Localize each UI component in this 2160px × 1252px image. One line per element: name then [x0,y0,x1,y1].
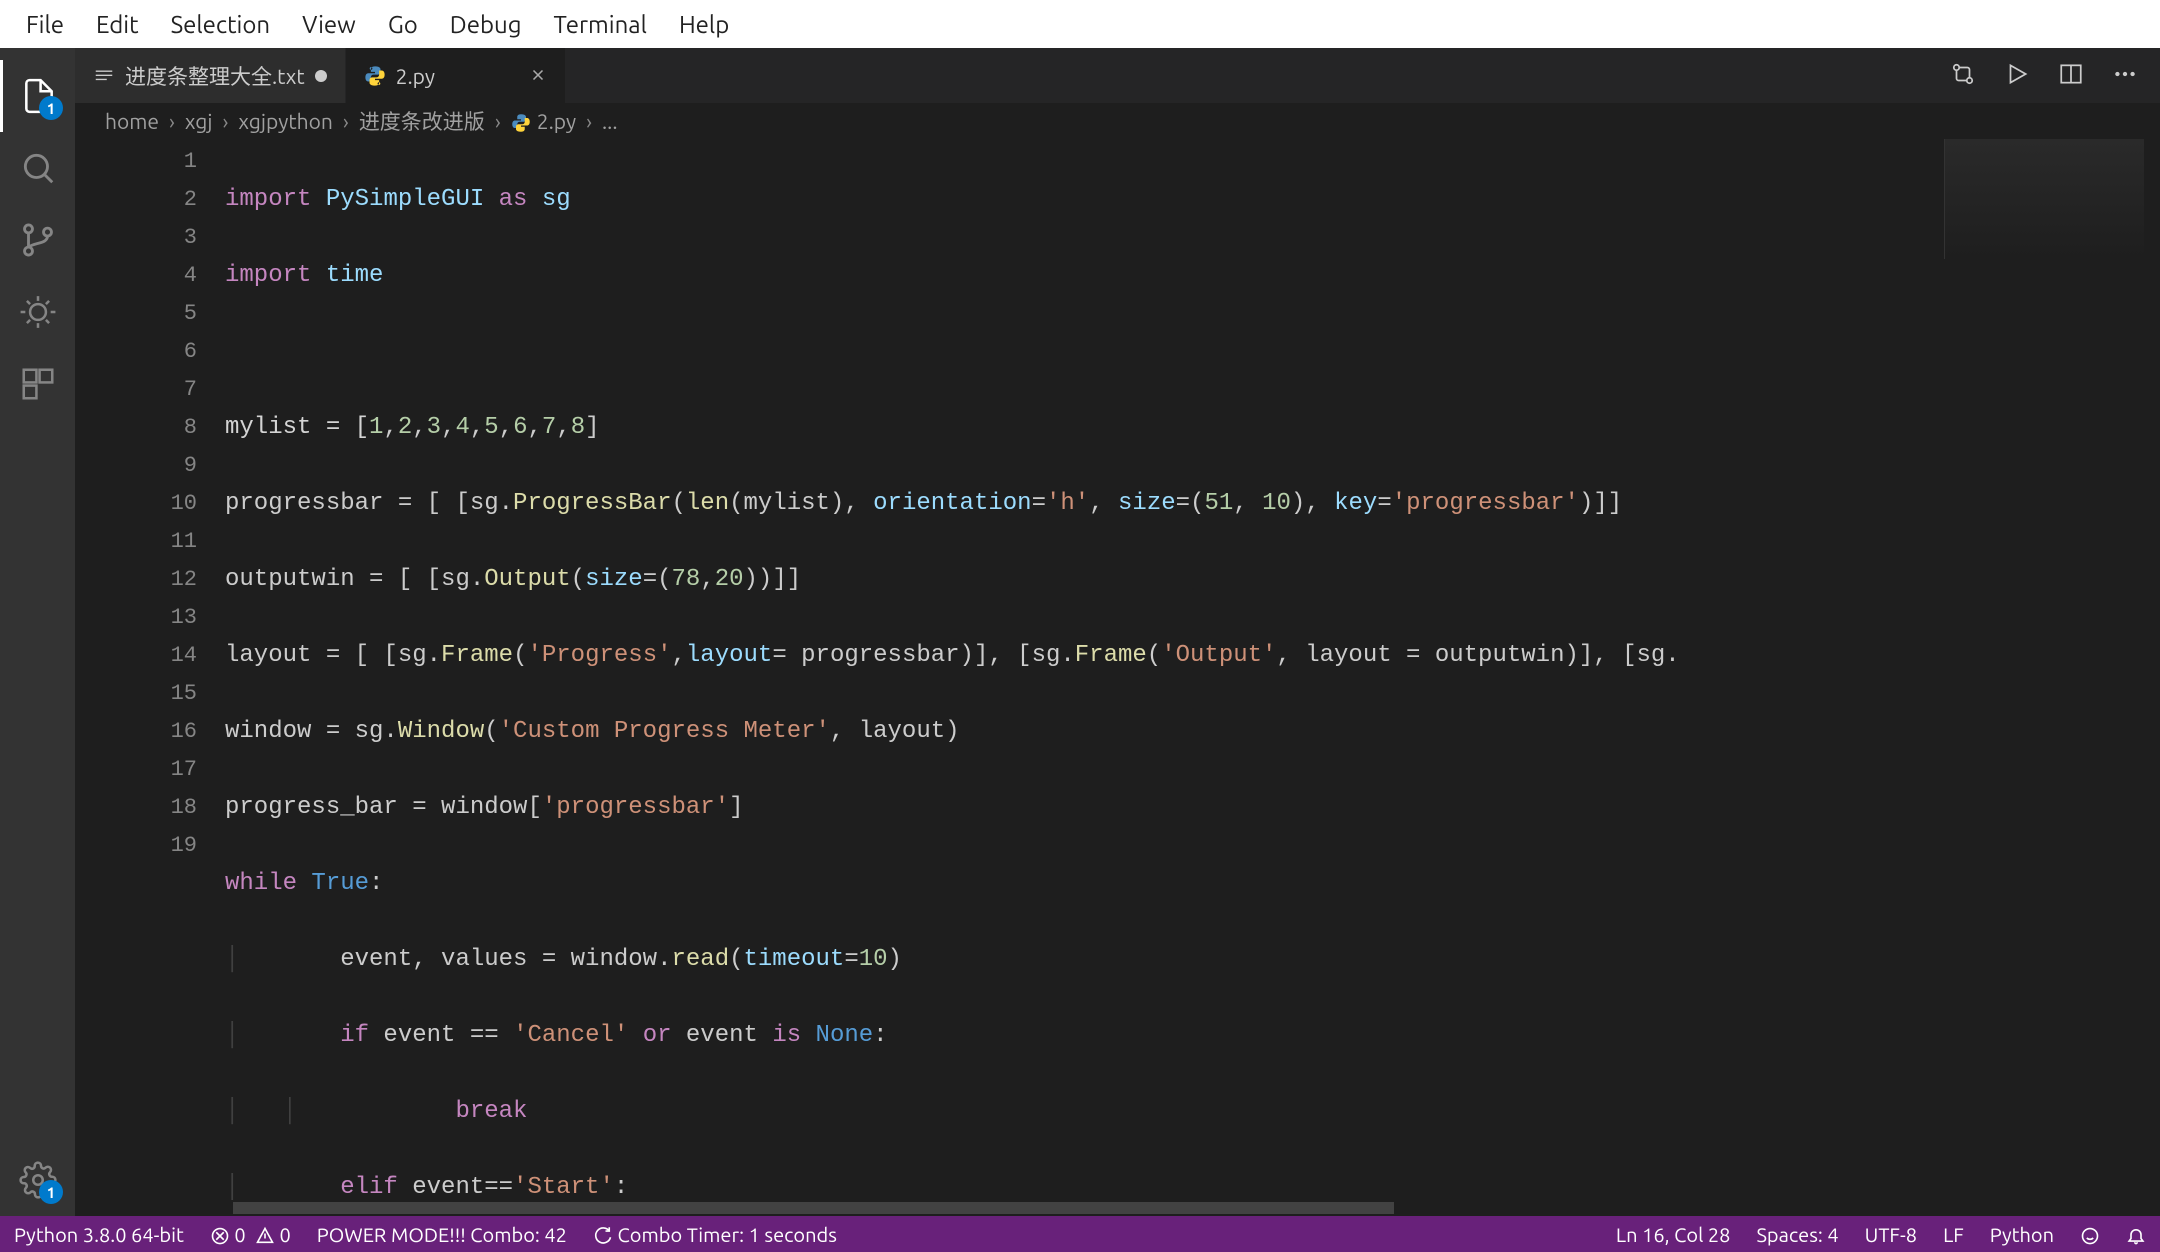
activity-search[interactable] [0,132,75,204]
extensions-icon [19,365,57,403]
activity-explorer[interactable]: 1 [0,60,75,132]
tab-bar: 进度条整理大全.txt 2.py [75,48,2160,103]
line-numbers: 12345678910111213141516171819 [75,139,225,1216]
compare-changes-icon[interactable] [1950,61,1976,91]
status-feedback[interactable] [2080,1223,2100,1246]
smiley-icon [2080,1226,2100,1246]
unsaved-dot-icon [315,70,327,82]
breadcrumbs[interactable]: home › xgj › xgjpython › 进度条改进版 › 2.py ›… [75,103,2160,139]
menu-bar: File Edit Selection View Go Debug Termin… [0,0,2160,48]
status-power-mode[interactable]: POWER MODE!!! Combo: 42 [317,1223,567,1246]
tab-python-file[interactable]: 2.py [346,48,566,103]
status-combo-timer[interactable]: Combo Timer: 1 seconds [593,1223,837,1246]
chevron-right-icon: › [586,109,592,133]
breadcrumb-item[interactable]: 2.py [537,109,576,133]
breadcrumb-item[interactable]: 进度条改进版 [359,106,485,136]
activity-bar: 1 1 [0,48,75,1216]
status-python-env[interactable]: Python 3.8.0 64-bit [14,1223,184,1246]
python-file-icon [364,65,386,87]
search-icon [19,149,57,187]
tab-txt-file[interactable]: 进度条整理大全.txt [75,48,346,103]
menu-selection[interactable]: Selection [155,11,287,38]
breadcrumb-item[interactable]: ... [602,109,618,133]
status-notifications[interactable] [2126,1223,2146,1246]
more-icon[interactable] [2112,61,2138,91]
menu-help[interactable]: Help [663,11,745,38]
menu-go[interactable]: Go [372,11,434,38]
breadcrumb-item[interactable]: xgjpython [238,109,332,133]
editor-area: 进度条整理大全.txt 2.py home › x [75,48,2160,1216]
scrollbar-thumb[interactable] [233,1202,1394,1214]
minimap[interactable] [1944,139,2144,259]
activity-settings[interactable]: 1 [0,1144,75,1216]
activity-extensions[interactable] [0,348,75,420]
menu-edit[interactable]: Edit [80,11,155,38]
activity-source-control[interactable] [0,204,75,276]
status-cursor-position[interactable]: Ln 16, Col 28 [1616,1223,1731,1246]
editor-actions [1928,48,2160,103]
bug-icon [19,293,57,331]
chevron-right-icon: › [223,109,229,133]
close-icon[interactable] [529,64,547,88]
status-encoding[interactable]: UTF-8 [1865,1223,1917,1246]
chevron-right-icon: › [169,109,175,133]
bell-icon [2126,1226,2146,1246]
chevron-right-icon: › [343,109,349,133]
code-content[interactable]: import PySimpleGUI as sg import time myl… [225,139,2160,1216]
text-file-icon [93,65,115,87]
status-bar: Python 3.8.0 64-bit 0 0 POWER MODE!!! Co… [0,1216,2160,1252]
run-icon[interactable] [2004,61,2030,91]
split-editor-icon[interactable] [2058,61,2084,91]
explorer-badge: 1 [39,96,63,120]
main-area: 1 1 进度条整理大全.txt [0,48,2160,1216]
menu-debug[interactable]: Debug [434,11,538,38]
status-indentation[interactable]: Spaces: 4 [1756,1223,1838,1246]
git-branch-icon [19,221,57,259]
sync-icon [593,1226,613,1246]
menu-view[interactable]: View [286,11,372,38]
error-icon [210,1226,230,1246]
menu-terminal[interactable]: Terminal [538,11,663,38]
breadcrumb-item[interactable]: xgj [185,109,213,133]
horizontal-scrollbar[interactable] [225,1200,2160,1216]
chevron-right-icon: › [495,109,501,133]
status-problems[interactable]: 0 0 [210,1223,291,1246]
python-file-icon [511,109,531,134]
menu-file[interactable]: File [10,11,80,38]
code-editor[interactable]: 12345678910111213141516171819 import PyS… [75,139,2160,1216]
activity-debug[interactable] [0,276,75,348]
warning-icon [255,1226,275,1246]
status-eol[interactable]: LF [1943,1223,1964,1246]
breadcrumb-item[interactable]: home [105,109,159,133]
settings-badge: 1 [39,1180,63,1204]
tab-label: 2.py [396,64,435,88]
status-language[interactable]: Python [1990,1223,2054,1246]
tab-label: 进度条整理大全.txt [125,61,305,91]
